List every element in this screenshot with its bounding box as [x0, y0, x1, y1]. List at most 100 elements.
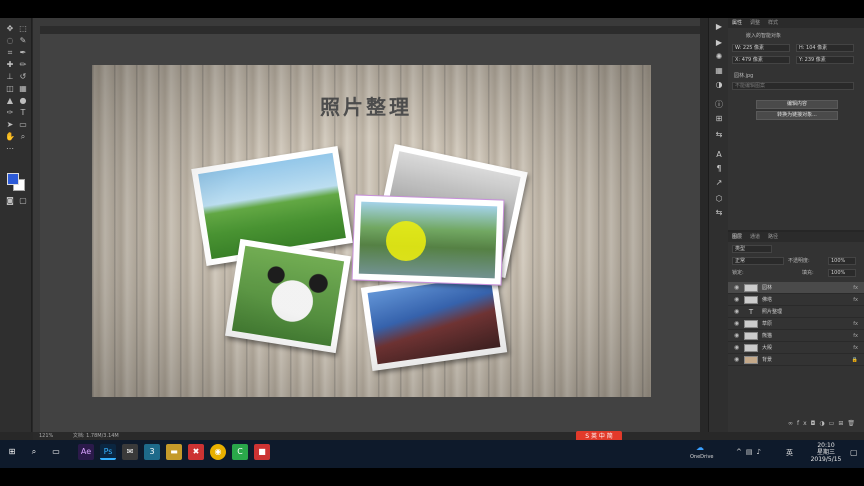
- zoom-tool-icon[interactable]: ⌕: [17, 132, 29, 142]
- document-canvas[interactable]: 照片整理: [92, 65, 651, 397]
- layer-row[interactable]: ◉ 熊猫 fx: [728, 330, 864, 342]
- tab-properties[interactable]: 属性: [732, 18, 742, 28]
- marquee-tool-icon[interactable]: ⬚: [17, 24, 29, 34]
- fill-field[interactable]: 100%: [828, 269, 856, 277]
- dodge-tool-icon[interactable]: ●: [17, 96, 29, 106]
- search-icon[interactable]: ⌕: [26, 444, 42, 460]
- quick-mask-icon[interactable]: ◙: [4, 196, 16, 206]
- eraser-tool-icon[interactable]: ◫: [4, 84, 16, 94]
- character-panel-icon[interactable]: A: [713, 150, 725, 160]
- windows-start-icon[interactable]: ⊞: [4, 444, 20, 460]
- tab-paths[interactable]: 路径: [768, 232, 778, 242]
- convert-to-linked-button[interactable]: 转换为链接对象...: [756, 111, 838, 120]
- recorder-icon[interactable]: ■: [254, 444, 270, 460]
- info-panel-icon[interactable]: ⓘ: [713, 100, 725, 110]
- zoom-level[interactable]: 121%: [39, 433, 53, 439]
- photo-panda[interactable]: [225, 238, 351, 354]
- blend-mode-select[interactable]: 正常: [732, 257, 784, 265]
- ime-language[interactable]: 英: [786, 448, 793, 458]
- opacity-field[interactable]: 100%: [828, 257, 856, 265]
- path-select-tool-icon[interactable]: ➤: [4, 120, 16, 130]
- layer-row[interactable]: ◉ 背景 🔒: [728, 354, 864, 366]
- adjustments-panel-icon[interactable]: ◑: [713, 80, 725, 90]
- swatches-panel-icon[interactable]: ▦: [713, 66, 725, 76]
- libraries-panel-icon[interactable]: ⊞: [713, 114, 725, 124]
- color-panel-icon[interactable]: ✺: [713, 52, 725, 62]
- foreground-color-swatch[interactable]: [7, 173, 19, 185]
- stamp-tool-icon[interactable]: ⊥: [4, 72, 16, 82]
- network-icon[interactable]: ▤: [746, 448, 757, 456]
- photo-pagoda[interactable]: [360, 268, 508, 372]
- history-panel-icon[interactable]: ▶: [713, 22, 725, 32]
- crop-tool-icon[interactable]: ⌗: [4, 48, 16, 58]
- xmind-icon[interactable]: ✖: [188, 444, 204, 460]
- height-field[interactable]: H: 104 像素: [796, 44, 854, 52]
- photo-garden[interactable]: [352, 195, 504, 285]
- adjustment-layer-icon[interactable]: ◑: [819, 420, 828, 427]
- x-field[interactable]: X: 479 像素: [732, 56, 790, 64]
- actions-panel-icon[interactable]: ▶: [713, 38, 725, 48]
- layer-effects-icon[interactable]: fx: [853, 282, 858, 294]
- gradient-tool-icon[interactable]: ▦: [17, 84, 29, 94]
- blur-tool-icon[interactable]: ▲: [4, 96, 16, 106]
- photoshop-icon[interactable]: Ps: [100, 444, 116, 460]
- visibility-eye-icon[interactable]: ◉: [734, 318, 739, 330]
- app-3-icon[interactable]: 3: [144, 444, 160, 460]
- layer-comp-field[interactable]: 不能编辑图案: [732, 82, 854, 90]
- brush-settings-icon[interactable]: ⇆: [713, 130, 725, 140]
- link-layers-icon[interactable]: ∞: [788, 420, 797, 427]
- delete-layer-icon[interactable]: 🗑: [847, 420, 859, 427]
- layer-row[interactable]: ◉ 大殿 fx: [728, 342, 864, 354]
- layer-row[interactable]: ◉ T 照片整理: [728, 306, 864, 318]
- more-tools-icon[interactable]: ⋯: [4, 144, 16, 154]
- y-field[interactable]: Y: 239 像素: [796, 56, 854, 64]
- layer-effects-icon[interactable]: fx: [853, 342, 858, 354]
- timeline-panel-icon[interactable]: ⇆: [713, 208, 725, 218]
- tool-presets-icon[interactable]: ↗: [713, 178, 725, 188]
- eyedropper-tool-icon[interactable]: ✒: [17, 48, 29, 58]
- onedrive-icon[interactable]: ☁: [696, 443, 710, 452]
- visibility-eye-icon[interactable]: ◉: [734, 354, 739, 366]
- visibility-eye-icon[interactable]: ◉: [734, 294, 739, 306]
- layer-row[interactable]: ◉ 园林 fx: [728, 282, 864, 294]
- hand-tool-icon[interactable]: ✋: [4, 132, 16, 142]
- 3d-panel-icon[interactable]: ⬡: [713, 194, 725, 204]
- type-tool-icon[interactable]: T: [17, 108, 29, 118]
- canvas-title-text[interactable]: 照片整理: [320, 91, 430, 120]
- tab-channels[interactable]: 通道: [750, 232, 760, 242]
- width-field[interactable]: W: 225 像素: [732, 44, 790, 52]
- notification-icon[interactable]: ▢: [850, 448, 858, 457]
- chrome-icon[interactable]: ◉: [210, 444, 226, 460]
- layer-effects-icon[interactable]: fx: [853, 318, 858, 330]
- layer-effects-icon[interactable]: fx: [853, 294, 858, 306]
- tab-adjustments[interactable]: 调整: [750, 18, 760, 28]
- tab-styles[interactable]: 样式: [768, 18, 778, 28]
- new-group-icon[interactable]: ▭: [829, 420, 839, 427]
- layer-filter-select[interactable]: 类型: [732, 245, 772, 253]
- visibility-eye-icon[interactable]: ◉: [734, 330, 739, 342]
- screen-mode-icon[interactable]: ▢: [17, 196, 29, 206]
- file-explorer-icon[interactable]: ▬: [166, 444, 182, 460]
- paragraph-panel-icon[interactable]: ¶: [713, 164, 725, 174]
- tab-layers[interactable]: 图层: [732, 232, 742, 242]
- lasso-tool-icon[interactable]: ◌: [4, 36, 16, 46]
- visibility-eye-icon[interactable]: ◉: [734, 306, 739, 318]
- quick-select-tool-icon[interactable]: ✎: [17, 36, 29, 46]
- layer-row[interactable]: ◉ 草原 fx: [728, 318, 864, 330]
- shape-tool-icon[interactable]: ▭: [17, 120, 29, 130]
- edit-contents-button[interactable]: 编辑内容: [756, 100, 838, 109]
- visibility-eye-icon[interactable]: ◉: [734, 282, 739, 294]
- pen-tool-icon[interactable]: ✑: [4, 108, 16, 118]
- system-clock[interactable]: 20:10 星期三 2019/5/15: [804, 442, 848, 463]
- layer-row[interactable]: ◉ 佛塔 fx: [728, 294, 864, 306]
- healing-brush-tool-icon[interactable]: ✚: [4, 60, 16, 70]
- visibility-eye-icon[interactable]: ◉: [734, 342, 739, 354]
- layer-effects-icon[interactable]: fx: [853, 330, 858, 342]
- add-style-icon[interactable]: fx: [797, 420, 811, 427]
- task-view-icon[interactable]: ▭: [48, 444, 64, 460]
- brush-tool-icon[interactable]: ✏: [17, 60, 29, 70]
- history-brush-tool-icon[interactable]: ↺: [17, 72, 29, 82]
- volume-icon[interactable]: ♪: [757, 448, 765, 456]
- after-effects-icon[interactable]: Ae: [78, 444, 94, 460]
- move-tool-icon[interactable]: ✥: [4, 24, 16, 34]
